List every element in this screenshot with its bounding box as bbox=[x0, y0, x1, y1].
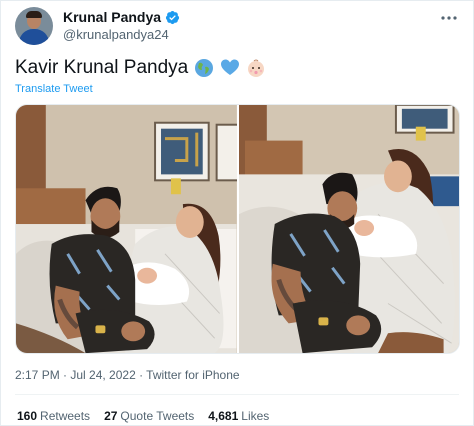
photo-1-art bbox=[16, 105, 237, 353]
tweet-photo-2[interactable] bbox=[238, 105, 459, 353]
tweet-timestamp[interactable]: 2:17 PM · Jul 24, 2022 · Twitter for iPh… bbox=[15, 368, 240, 382]
avatar-shirt bbox=[19, 29, 49, 45]
likes-stat[interactable]: 4,681 Likes bbox=[208, 409, 269, 423]
quote-tweets-stat[interactable]: 27 Quote Tweets bbox=[104, 409, 194, 423]
author-display-name[interactable]: Krunal Pandya bbox=[63, 9, 161, 25]
tweet-photo-1[interactable] bbox=[16, 105, 237, 353]
translate-tweet-link[interactable]: Translate Tweet bbox=[15, 83, 93, 95]
avatar[interactable] bbox=[15, 7, 53, 45]
tweet-text-row: Kavir Krunal Pandya bbox=[15, 57, 266, 79]
tweet-card: Krunal Pandya @krunalpandya24 Kavir Krun… bbox=[0, 0, 474, 426]
photo-2-art bbox=[238, 105, 459, 353]
retweets-stat[interactable]: 160 Retweets bbox=[17, 409, 90, 423]
likes-label: Likes bbox=[241, 409, 270, 423]
globe-icon bbox=[195, 59, 214, 77]
baby-face-icon bbox=[248, 59, 265, 77]
retweets-label: Retweets bbox=[40, 409, 91, 423]
divider bbox=[15, 394, 459, 395]
author-handle[interactable]: @krunalpandya24 bbox=[63, 27, 169, 42]
engagement-stats: 160 Retweets 27 Quote Tweets 4,681 Likes bbox=[17, 409, 269, 423]
retweets-count: 160 bbox=[17, 409, 38, 423]
verified-badge-icon bbox=[165, 10, 180, 24]
avatar-hair bbox=[26, 11, 42, 18]
tweet-text: Kavir Krunal Pandya bbox=[15, 57, 189, 78]
author-name-row: Krunal Pandya bbox=[63, 9, 180, 25]
media-grid bbox=[15, 104, 460, 354]
blue-heart-icon bbox=[221, 59, 240, 75]
likes-count: 4,681 bbox=[208, 409, 239, 423]
more-options-icon[interactable] bbox=[439, 11, 459, 25]
quote-tweets-label: Quote Tweets bbox=[120, 409, 195, 423]
quote-tweets-count: 27 bbox=[104, 409, 118, 423]
